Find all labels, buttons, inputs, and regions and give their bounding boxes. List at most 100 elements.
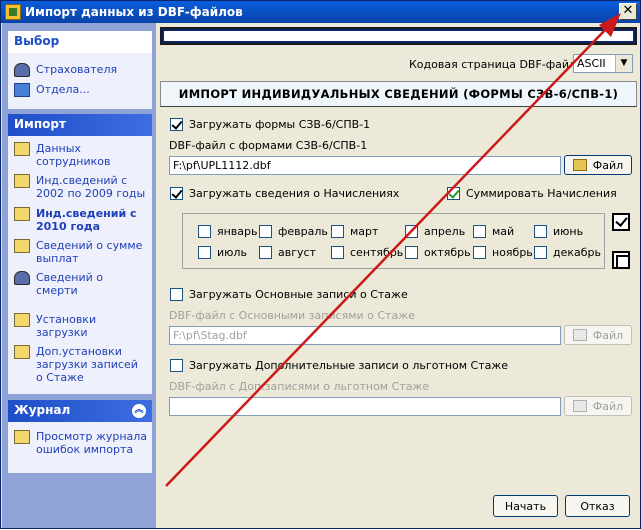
select-department-link[interactable]: Отдела... [14,83,148,97]
import-2010-link[interactable]: Инд.сведений с 2010 года [14,207,148,233]
checkbox-box[interactable] [170,118,183,131]
month-checkbox-aug[interactable]: август [259,246,316,259]
month-label: март [350,225,379,238]
close-button[interactable]: ✕ [619,3,637,20]
extra-settings-link[interactable]: Доп.установки загрузки записей о Стаже [14,345,148,384]
sum-accruals-checkbox[interactable]: Суммировать Начисления [447,187,617,200]
month-checkbox-may[interactable]: май [473,225,514,238]
month-checkbox-jan[interactable]: январь [198,225,258,238]
start-button[interactable]: Начать [493,495,558,517]
load-extra-stazh-label: Загружать Дополнительные записи о льготн… [189,359,509,372]
checkbox-box[interactable] [534,246,547,259]
title-bar: Импорт данных из DBF-файлов ✕ [1,1,640,23]
sum-accruals-label: Суммировать Начисления [466,187,617,200]
folder-settings-icon [14,313,30,327]
select-all-months-button[interactable] [612,213,630,231]
checkbox-box[interactable] [170,288,183,301]
month-label: апрель [424,225,466,238]
import-employees-link[interactable]: Данных сотрудников [14,142,148,168]
checkbox-box[interactable] [534,225,547,238]
month-checkbox-jun[interactable]: июнь [534,225,583,238]
org-chart-icon [14,83,30,97]
codepage-select[interactable]: ASCII ▼ [573,54,633,73]
load-settings-link[interactable]: Установки загрузки [14,313,148,339]
folder-icon [14,174,30,188]
open-folder-icon [572,159,587,171]
select-insurer-label: Страхователя [36,63,118,76]
month-checkbox-nov[interactable]: ноябрь [473,246,533,259]
import-employees-label: Данных сотрудников [36,142,111,168]
app-icon [5,4,21,20]
month-checkbox-apr[interactable]: апрель [405,225,465,238]
month-label: май [492,225,515,238]
month-label: сентябрь [350,246,404,259]
checkbox-box[interactable] [405,246,418,259]
clear-all-months-button[interactable] [612,251,630,269]
select-panel-title: Выбор [8,31,152,53]
checkbox-box[interactable] [447,187,460,200]
checkbox-box[interactable] [473,246,486,259]
month-label: июнь [553,225,584,238]
month-checkbox-dec[interactable]: декабрь [534,246,601,259]
checkbox-box[interactable] [198,246,211,259]
checkbox-box[interactable] [331,225,344,238]
journal-panel: Журнал ︽ Просмотр журнала ошибок импорта [8,400,152,473]
checkbox-box[interactable] [405,225,418,238]
import-dialog: Импорт данных из DBF-файлов ✕ Выбор Стра… [0,0,641,529]
checkbox-box[interactable] [198,225,211,238]
open-folder-icon [572,400,587,412]
load-forms-label: Загружать формы СЗВ-6/СПВ-1 [189,118,371,131]
forms-file-button[interactable]: Файл [564,155,632,175]
person-icon [14,63,30,77]
months-group [182,213,605,269]
extra-stazh-file-input[interactable] [169,397,561,416]
main-stazh-file-input[interactable]: F:\pf\Stag.dbf [169,326,561,345]
month-checkbox-feb[interactable]: февраль [259,225,328,238]
month-label: февраль [278,225,328,238]
month-checkbox-mar[interactable]: март [331,225,378,238]
section-header: ИМПОРТ ИНДИВИДУАЛЬНЫХ СВЕДЕНИЙ (ФОРМЫ СЗ… [160,81,637,107]
import-death-link[interactable]: Сведений о смерти [14,271,148,297]
month-checkbox-sep[interactable]: сентябрь [331,246,403,259]
select-department-label: Отдела... [36,83,90,96]
codepage-label: Кодовая страница DBF-файлов: [409,58,594,71]
collapse-chevron-icon[interactable]: ︽ [132,404,146,418]
load-forms-checkbox[interactable]: Загружать формы СЗВ-6/СПВ-1 [170,118,370,131]
cancel-button[interactable]: Отказ [565,495,630,517]
month-checkbox-jul[interactable]: июль [198,246,247,259]
main-stazh-file-button[interactable]: Файл [564,325,632,345]
extra-stazh-file-button[interactable]: Файл [564,396,632,416]
import-payments-label: Сведений о сумме выплат [36,239,143,265]
folder-icon [14,239,30,253]
load-accruals-checkbox[interactable]: Загружать сведения о Начислениях [170,187,399,200]
select-insurer-link[interactable]: Страхователя [14,63,148,77]
extra-settings-label: Доп.установки загрузки записей о Стаже [36,345,138,384]
view-error-log-label: Просмотр журнала ошибок импорта [36,430,148,456]
month-label: ноябрь [492,246,533,259]
main-panel: Кодовая страница DBF-файлов: ASCII ▼ ИМП… [157,23,640,528]
checkbox-box[interactable] [473,225,486,238]
dropdown-arrow-icon[interactable]: ▼ [615,55,632,72]
load-extra-stazh-checkbox[interactable]: Загружать Дополнительные записи о льготн… [170,359,508,372]
checkbox-box[interactable] [259,225,272,238]
person-icon [14,271,30,285]
load-main-stazh-checkbox[interactable]: Загружать Основные записи о Стаже [170,288,408,301]
import-panel: Импорт Данных сотрудников Инд.сведений с… [8,114,152,394]
checkbox-box[interactable] [331,246,344,259]
load-main-stazh-label: Загружать Основные записи о Стаже [189,288,408,301]
forms-file-label: DBF-файл с формами СЗВ-6/СПВ-1 [169,139,368,152]
forms-file-input[interactable]: F:\pf\UPL1112.dbf [169,156,561,175]
month-checkbox-oct[interactable]: октябрь [405,246,471,259]
journal-title-label: Журнал [14,403,71,417]
open-folder-icon [572,329,587,341]
progress-field [160,27,637,45]
import-2002-2009-link[interactable]: Инд.сведений с 2002 по 2009 годы [14,174,148,200]
checkbox-box[interactable] [170,359,183,372]
extra-stazh-file-label: DBF-файл с Доп.записями о льготном Стаже [169,380,430,393]
checkbox-box[interactable] [170,187,183,200]
import-payments-link[interactable]: Сведений о сумме выплат [14,239,148,265]
view-error-log-link[interactable]: Просмотр журнала ошибок импорта [14,430,148,456]
load-settings-label: Установки загрузки [36,313,97,339]
folder-icon [14,207,30,221]
checkbox-box[interactable] [259,246,272,259]
